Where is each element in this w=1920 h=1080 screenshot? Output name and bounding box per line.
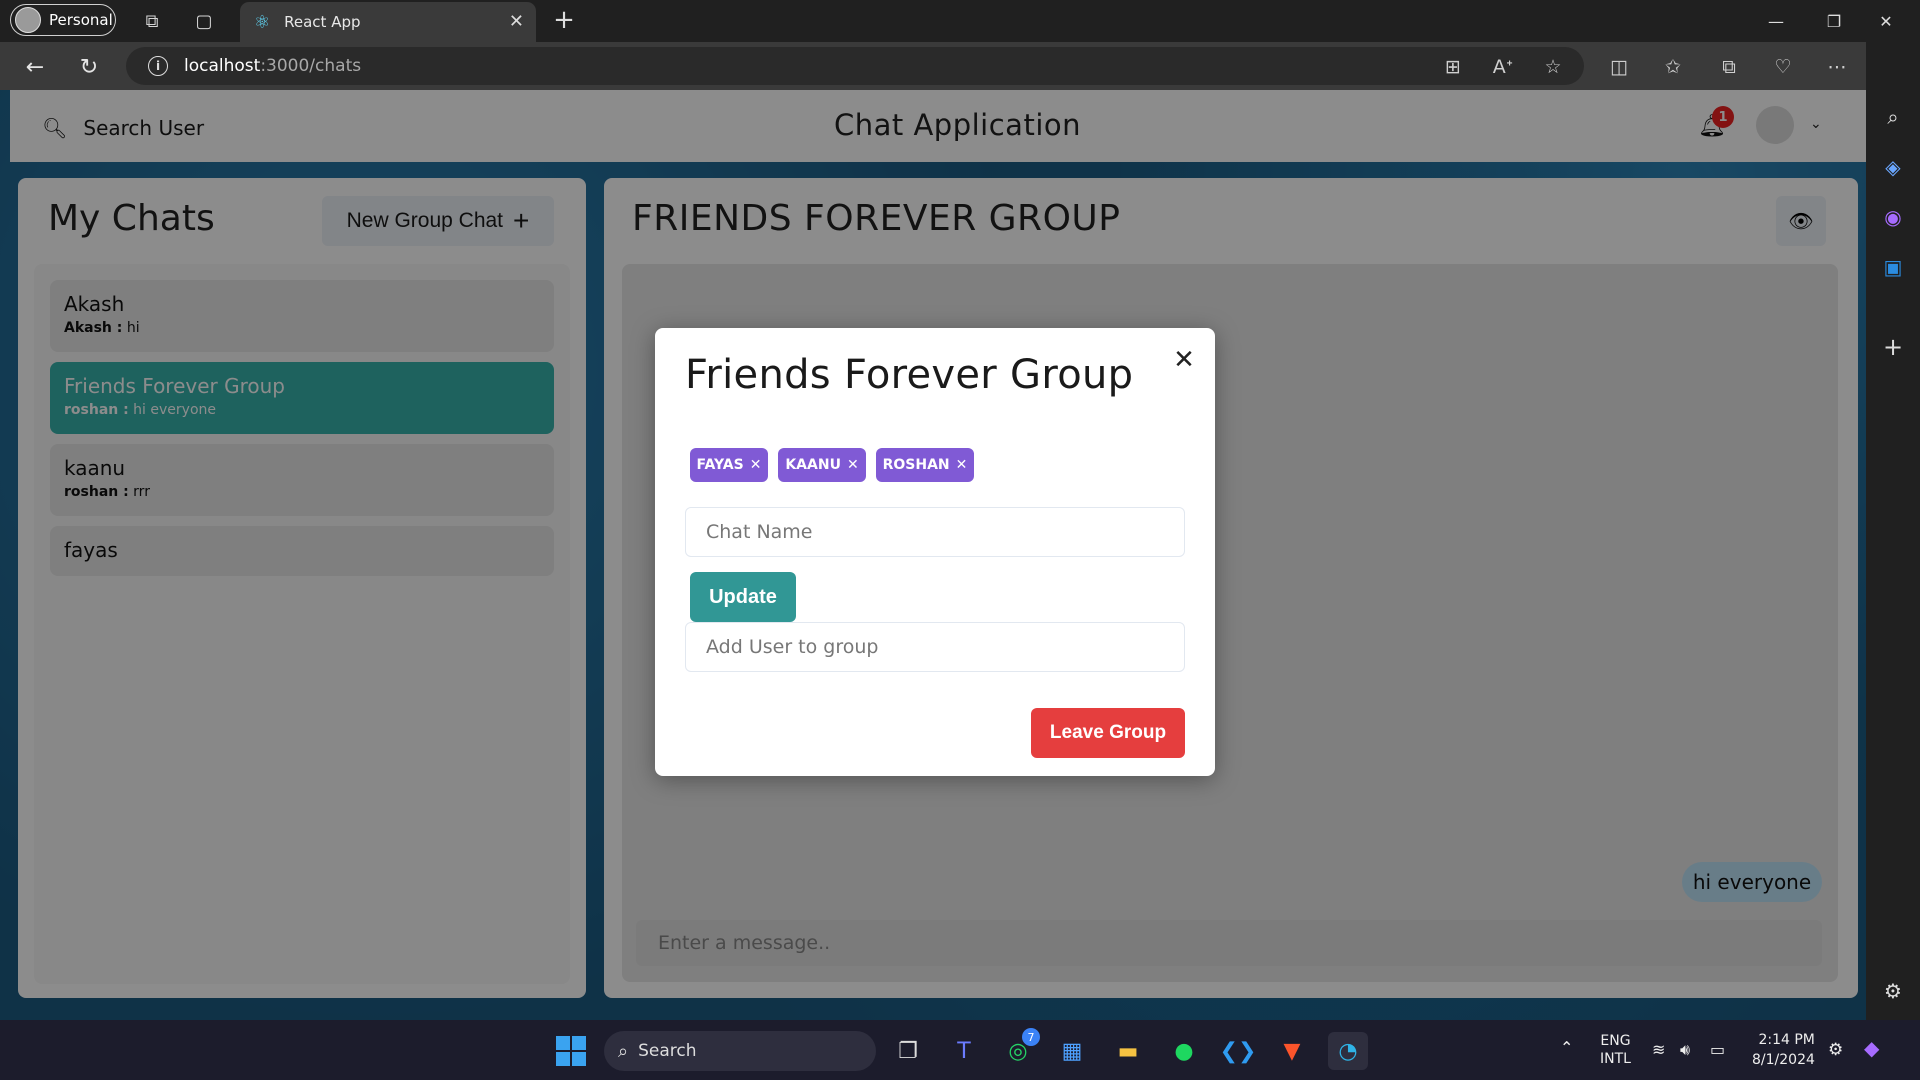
url-text: localhost:3000/chats (184, 56, 361, 76)
new-tab-icon[interactable]: + (548, 4, 580, 36)
volume-icon[interactable]: 🔊︎ (1680, 1040, 1690, 1060)
clock[interactable]: 2:14 PM 8/1/2024 (1752, 1030, 1815, 1070)
vertical-tabs-icon[interactable]: ▢ (188, 5, 220, 37)
keyboard-layout: INTL (1600, 1051, 1631, 1067)
tab-title: React App (284, 13, 361, 31)
collections-icon[interactable]: ⧉ (1714, 52, 1744, 82)
update-button[interactable]: Update (690, 572, 796, 622)
taskbar-search-icon: ⌕ (618, 1040, 629, 1062)
favorite-star-icon[interactable]: ☆ (1538, 52, 1568, 82)
member-chip-label: ROSHAN (882, 457, 950, 473)
sidebar-shopping-icon[interactable]: ◈ (1876, 150, 1910, 184)
tray-chevron-up-icon[interactable]: ⌃ (1560, 1038, 1573, 1057)
sidebar-settings-icon[interactable]: ⚙ (1876, 974, 1910, 1008)
edge-icon[interactable]: ◔ (1328, 1032, 1368, 1070)
battery-icon[interactable]: ▭ (1710, 1040, 1725, 1059)
url-host: localhost (184, 56, 261, 76)
close-icon[interactable]: ✕ (1168, 344, 1200, 376)
member-chip-kaanu[interactable]: KAANU ✕ (778, 448, 866, 482)
react-logo-icon: ⚛ (254, 11, 271, 33)
clock-time: 2:14 PM (1758, 1032, 1815, 1048)
taskbar-search[interactable]: ⌕ Search (604, 1031, 876, 1071)
store-icon[interactable]: ▦ (1052, 1032, 1092, 1070)
profile-label: Personal (49, 11, 113, 29)
refresh-icon[interactable]: ↻ (72, 50, 106, 84)
file-explorer-icon[interactable]: ▬ (1108, 1032, 1148, 1070)
clock-date: 8/1/2024 (1752, 1052, 1815, 1068)
more-menu-icon[interactable]: ⋯ (1822, 52, 1852, 82)
modal-title: Friends Forever Group (685, 352, 1134, 398)
brave-icon[interactable]: ▼ (1272, 1032, 1312, 1070)
add-user-input[interactable] (685, 622, 1185, 672)
vscode-icon[interactable]: ❮❯ (1218, 1032, 1258, 1070)
address-bar[interactable]: i localhost:3000/chats (126, 47, 1584, 85)
read-aloud-icon[interactable]: Aᐩ (1488, 52, 1518, 82)
sidebar-outlook-icon[interactable]: ▣ (1876, 250, 1910, 284)
member-chip-label: KAANU (785, 457, 841, 473)
close-window-icon[interactable]: ✕ (1866, 6, 1906, 36)
task-view-icon[interactable]: ❐ (888, 1032, 928, 1070)
remove-member-icon[interactable]: ✕ (750, 457, 762, 473)
favorites-icon[interactable]: ✩ (1658, 52, 1688, 82)
tab-close-icon[interactable]: ✕ (509, 11, 524, 32)
language-indicator[interactable]: ENG INTL (1600, 1032, 1631, 1068)
sidebar-copilot-icon[interactable]: ◉ (1876, 200, 1910, 234)
notification-center-icon[interactable]: ⚙ (1828, 1040, 1843, 1060)
remove-member-icon[interactable]: ✕ (956, 457, 968, 473)
split-screen-icon[interactable]: ◫ (1604, 52, 1634, 82)
workspaces-icon[interactable]: ⧉ (136, 5, 168, 37)
member-chip-label: FAYAS (696, 457, 744, 473)
whatsapp-badge: 7 (1022, 1028, 1040, 1046)
site-info-icon[interactable]: i (148, 56, 168, 76)
edge-sidebar (1866, 42, 1920, 1020)
minimize-icon[interactable]: — (1756, 6, 1796, 36)
profile-button[interactable]: Personal (10, 4, 116, 36)
app-available-icon[interactable]: ⊞ (1438, 52, 1468, 82)
spotify-icon[interactable]: ● (1164, 1032, 1204, 1070)
restore-icon[interactable]: ❐ (1814, 6, 1854, 36)
windows-start-icon[interactable] (556, 1036, 586, 1066)
back-icon[interactable]: ← (18, 50, 52, 84)
profile-avatar (15, 7, 41, 33)
tab-react-app[interactable]: ⚛ React App ✕ (240, 2, 536, 42)
remove-member-icon[interactable]: ✕ (847, 457, 859, 473)
member-chip-roshan[interactable]: ROSHAN ✕ (876, 448, 974, 482)
sidebar-add-icon[interactable]: + (1876, 330, 1910, 364)
member-chip-fayas[interactable]: FAYAS ✕ (690, 448, 768, 482)
wifi-icon[interactable]: ≋ (1652, 1040, 1665, 1059)
taskbar-search-label: Search (638, 1041, 697, 1061)
leave-group-button[interactable]: Leave Group (1031, 708, 1185, 758)
url-path: :3000/chats (260, 56, 362, 76)
language-code: ENG (1600, 1033, 1631, 1049)
browser-essentials-icon[interactable]: ♡ (1768, 52, 1798, 82)
teams-icon[interactable]: T (944, 1032, 984, 1070)
sidebar-search-icon[interactable]: ⌕ (1876, 100, 1910, 134)
chat-name-input[interactable] (685, 507, 1185, 557)
copilot-taskbar-icon[interactable]: ◆ (1864, 1036, 1879, 1060)
